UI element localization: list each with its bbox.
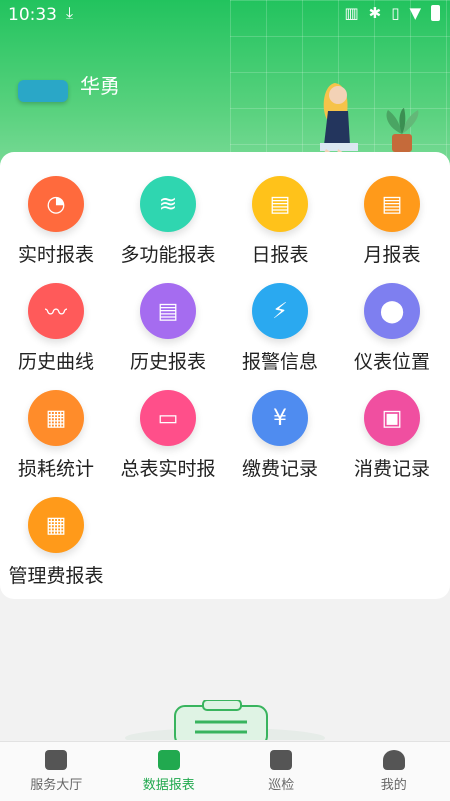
menu-monthly-report[interactable]: ▤ 月报表 xyxy=(336,176,448,267)
menu-multifunction-report[interactable]: ≋ 多功能报表 xyxy=(112,176,224,267)
tab-label: 服务大厅 xyxy=(0,774,113,793)
menu-label: 多功能报表 xyxy=(112,240,224,267)
menu-label: 管理费报表 xyxy=(0,561,112,588)
tab-profile[interactable]: 我的 xyxy=(338,742,450,801)
menu-label: 日报表 xyxy=(224,240,336,267)
location-icon: ⬤ xyxy=(364,283,420,339)
menu-meter-location[interactable]: ⬤ 仪表位置 xyxy=(336,283,448,374)
avatar[interactable] xyxy=(18,80,68,102)
menu-label: 实时报表 xyxy=(0,240,112,267)
vibrate-icon: ▯ xyxy=(391,4,399,22)
tab-label: 巡检 xyxy=(225,774,338,793)
profile-icon xyxy=(383,750,405,770)
menu-label: 损耗统计 xyxy=(0,454,112,481)
menu-history-report[interactable]: ▤ 历史报表 xyxy=(112,283,224,374)
data-report-icon xyxy=(158,750,180,770)
menu-label: 仪表位置 xyxy=(336,347,448,374)
wallet-icon: ▣ xyxy=(364,390,420,446)
pie-chart-icon: ◔ xyxy=(28,176,84,232)
tab-label: 我的 xyxy=(338,774,450,793)
daily-report-icon: ▤ xyxy=(252,176,308,232)
menu-loss-statistics[interactable]: ▦ 损耗统计 xyxy=(0,390,112,481)
menu-label: 历史报表 xyxy=(112,347,224,374)
management-fee-icon: ▦ xyxy=(28,497,84,553)
status-time: 10:33 xyxy=(8,5,57,25)
wifi-icon: ▼ xyxy=(409,4,421,22)
menu-label: 缴费记录 xyxy=(224,454,336,481)
status-bar: 10:33 ⤓ ▥ ✱ ▯ ▼ xyxy=(0,0,450,30)
tab-data-report[interactable]: 数据报表 xyxy=(113,742,226,801)
barcode-icon: ▥ xyxy=(344,4,358,22)
menu-label: 消费记录 xyxy=(336,454,448,481)
username: 华勇 xyxy=(80,70,120,99)
monthly-report-icon: ▤ xyxy=(364,176,420,232)
menu-alarm-info[interactable]: ⚡ 报警信息 xyxy=(224,283,336,374)
inspection-icon xyxy=(270,750,292,770)
tab-inspection[interactable]: 巡检 xyxy=(225,742,338,801)
tab-label: 数据报表 xyxy=(113,774,226,793)
payment-icon: ¥ xyxy=(252,390,308,446)
menu-master-meter-realtime[interactable]: ▭ 总表实时报 xyxy=(112,390,224,481)
service-hall-icon xyxy=(45,750,67,770)
meter-icon: ▭ xyxy=(140,390,196,446)
menu-consumption-records[interactable]: ▣ 消费记录 xyxy=(336,390,448,481)
menu-payment-records[interactable]: ¥ 缴费记录 xyxy=(224,390,336,481)
layers-icon: ≋ xyxy=(140,176,196,232)
download-icon: ⤓ xyxy=(66,3,73,23)
menu-daily-report[interactable]: ▤ 日报表 xyxy=(224,176,336,267)
menu-label: 总表实时报 xyxy=(112,454,224,481)
empty-illustration xyxy=(125,700,325,740)
alarm-icon: ⚡ xyxy=(252,283,308,339)
menu-management-fee-report[interactable]: ▦ 管理费报表 xyxy=(0,497,112,588)
status-icons: ▥ ✱ ▯ ▼ xyxy=(344,4,440,22)
report-menu-card: ◔ 实时报表 ≋ 多功能报表 ▤ 日报表 ▤ 月报表 〰 历史曲线 ▤ 历史报表… xyxy=(0,152,450,599)
bottom-tab-bar: 服务大厅 数据报表 巡检 我的 xyxy=(0,741,450,801)
menu-realtime-report[interactable]: ◔ 实时报表 xyxy=(0,176,112,267)
menu-history-curve[interactable]: 〰 历史曲线 xyxy=(0,283,112,374)
tab-service-hall[interactable]: 服务大厅 xyxy=(0,742,113,801)
battery-icon xyxy=(431,5,440,21)
plant-icon xyxy=(378,108,426,154)
loss-chart-icon: ▦ xyxy=(28,390,84,446)
menu-label: 月报表 xyxy=(336,240,448,267)
bluetooth-icon: ✱ xyxy=(369,4,382,22)
history-report-icon: ▤ xyxy=(140,283,196,339)
menu-label: 历史曲线 xyxy=(0,347,112,374)
curve-icon: 〰 xyxy=(28,283,84,339)
menu-label: 报警信息 xyxy=(224,347,336,374)
